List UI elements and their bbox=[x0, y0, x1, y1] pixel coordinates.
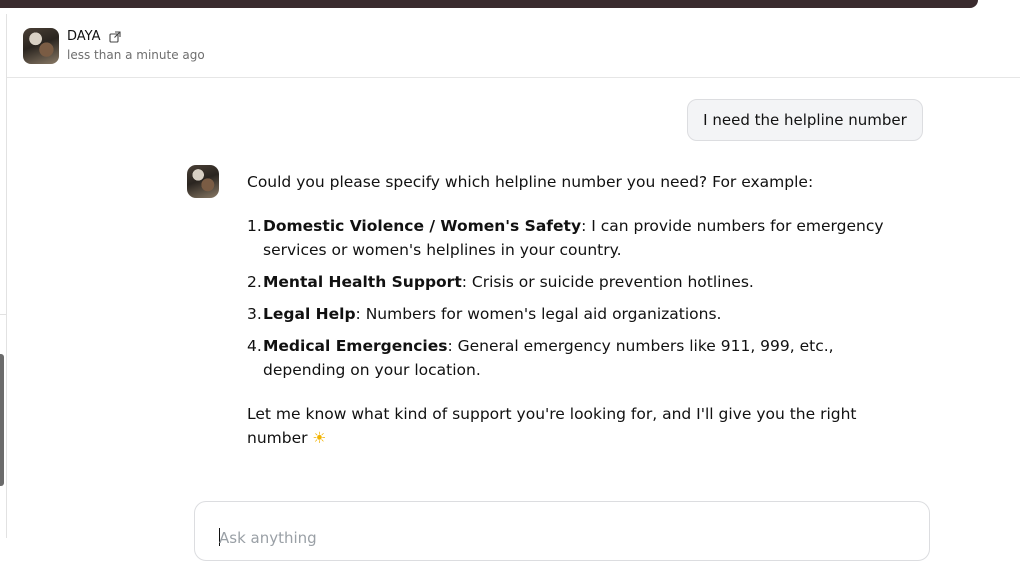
chat-header: DAYA less than a minute ago bbox=[7, 14, 1020, 78]
list-item-title: Medical Emergencies bbox=[263, 337, 448, 355]
agent-name[interactable]: DAYA bbox=[67, 29, 101, 44]
last-active-time: less than a minute ago bbox=[67, 48, 205, 62]
window-top-bar bbox=[0, 0, 1020, 14]
list-item: 1. Domestic Violence / Women's Safety: I… bbox=[247, 214, 897, 262]
list-item-text: : Numbers for women's legal aid organiza… bbox=[355, 305, 722, 323]
agent-name-row[interactable]: DAYA bbox=[67, 29, 121, 44]
sidebar-resize-handle[interactable] bbox=[0, 354, 4, 486]
user-message-bubble: I need the helpline number bbox=[687, 99, 923, 141]
list-number: 3. bbox=[247, 305, 262, 323]
list-item: 3. Legal Help: Numbers for women's legal… bbox=[247, 302, 897, 326]
external-link-icon[interactable] bbox=[108, 30, 121, 43]
reply-closing-text: Let me know what kind of support you're … bbox=[247, 405, 857, 447]
list-item-title: Domestic Violence / Women's Safety bbox=[263, 217, 582, 235]
list-item-title: Legal Help bbox=[263, 305, 356, 323]
left-panel-edge bbox=[0, 14, 7, 538]
list-number: 1. bbox=[247, 217, 262, 235]
list-number: 4. bbox=[247, 337, 262, 355]
helpline-options-list: 1. Domestic Violence / Women's Safety: I… bbox=[247, 214, 897, 382]
panel-divider bbox=[0, 314, 7, 328]
message-input[interactable] bbox=[219, 528, 909, 548]
list-item-text: : Crisis or suicide prevention hotlines. bbox=[461, 273, 754, 291]
daya-avatar[interactable] bbox=[23, 28, 59, 64]
sun-emoji-icon: ☀ bbox=[312, 429, 327, 447]
list-number: 2. bbox=[247, 273, 262, 291]
assistant-reply: Could you please specify which helpline … bbox=[247, 170, 897, 450]
assistant-avatar bbox=[187, 165, 219, 198]
list-item: 2. Mental Health Support: Crisis or suic… bbox=[247, 270, 897, 294]
reply-closing: Let me know what kind of support you're … bbox=[247, 402, 897, 450]
reply-intro: Could you please specify which helpline … bbox=[247, 173, 814, 191]
top-strip bbox=[0, 0, 978, 8]
list-item: 4. Medical Emergencies: General emergenc… bbox=[247, 334, 897, 382]
list-item-title: Mental Health Support bbox=[263, 273, 462, 291]
user-message-text: I need the helpline number bbox=[703, 111, 907, 129]
message-composer[interactable] bbox=[194, 501, 930, 561]
